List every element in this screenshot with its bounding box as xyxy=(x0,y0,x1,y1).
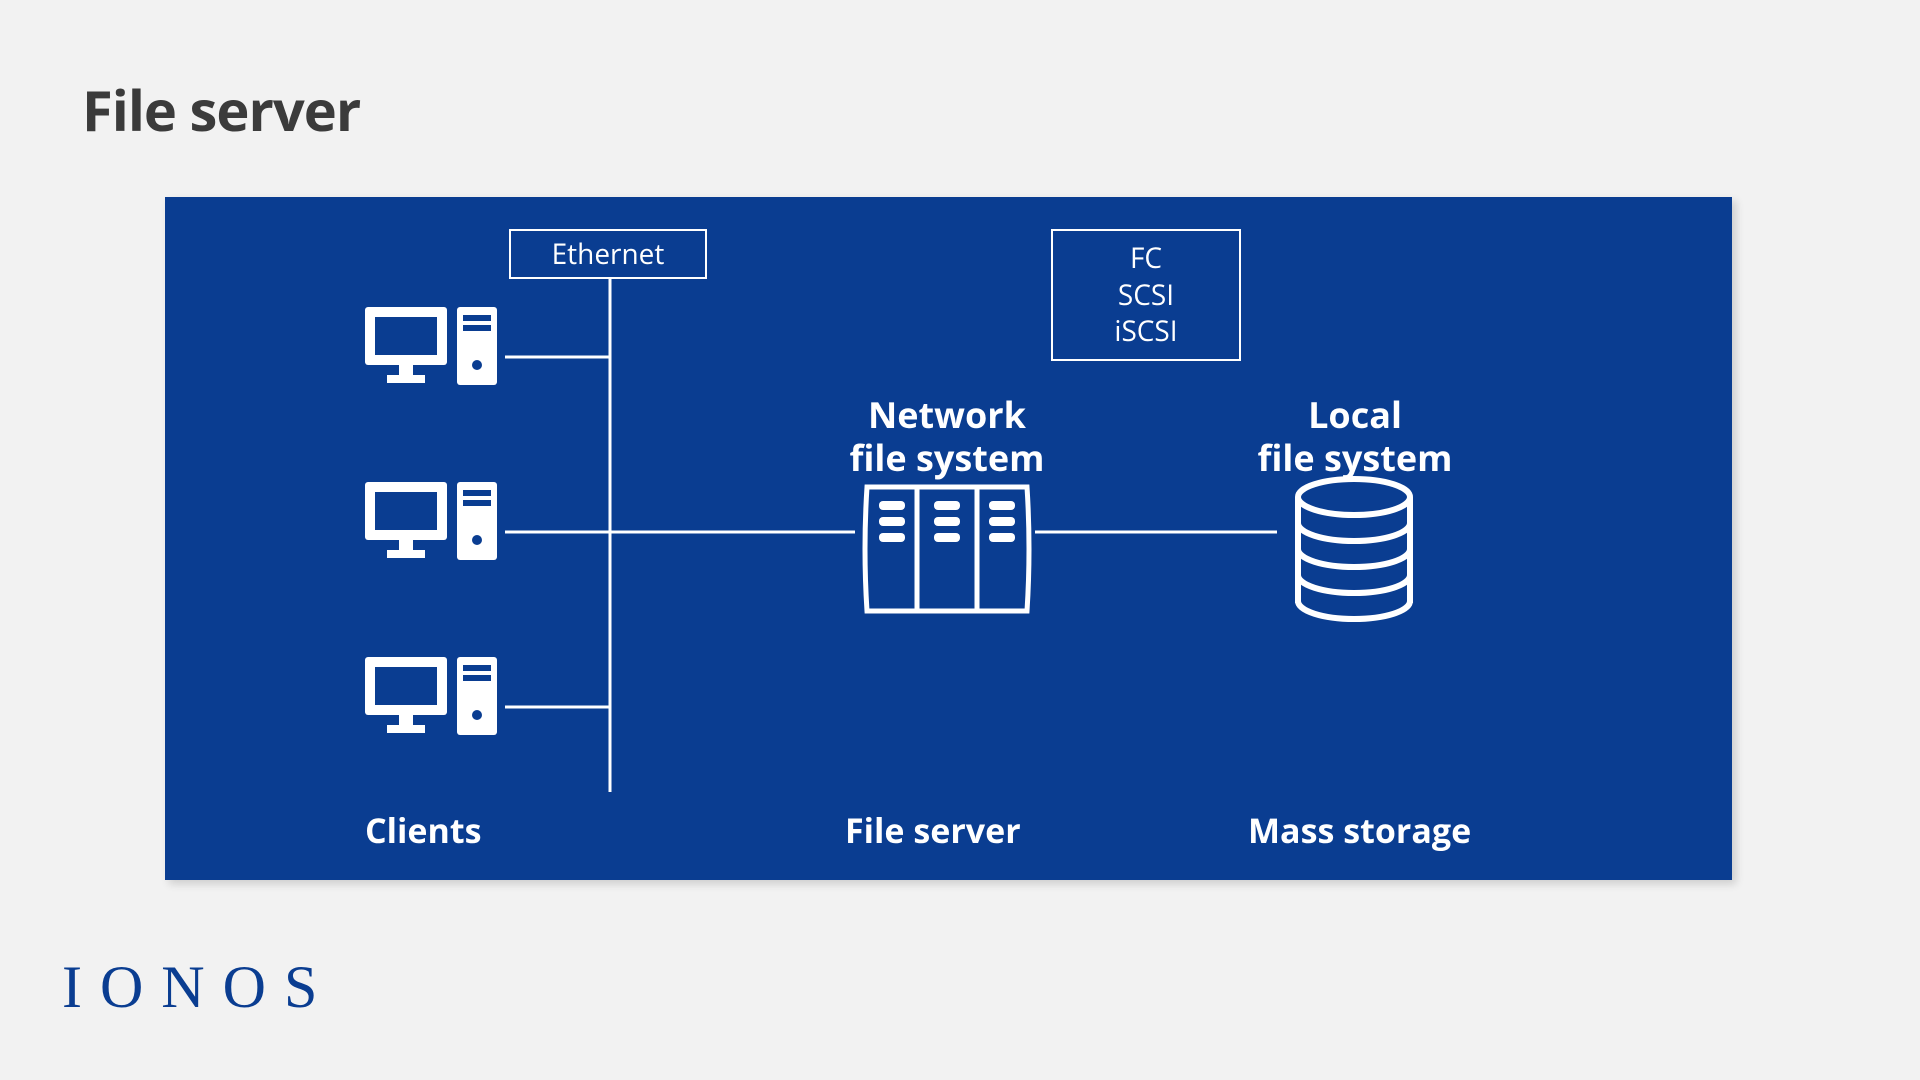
page-title: File server xyxy=(82,72,360,148)
network-fs-line2: file system xyxy=(849,436,1045,479)
protocol-scsi: SCSI xyxy=(1118,277,1174,313)
network-fs-label: Network file system xyxy=(849,393,1045,479)
protocol-fc: FC xyxy=(1130,240,1162,276)
section-clients-label: Clients xyxy=(365,807,482,853)
protocol-iscsi: iSCSI xyxy=(1114,313,1177,349)
ethernet-protocol-box: Ethernet xyxy=(509,229,707,279)
storage-protocol-box: FC SCSI iSCSI xyxy=(1051,229,1241,361)
server-rack-icon xyxy=(857,479,1037,629)
ethernet-label: Ethernet xyxy=(552,236,665,272)
local-fs-line1: Local xyxy=(1245,393,1465,436)
local-fs-label: Local file system xyxy=(1245,393,1465,479)
network-fs-line1: Network xyxy=(849,393,1045,436)
client-workstation-icon xyxy=(365,657,505,757)
client-workstation-icon xyxy=(365,307,505,407)
section-server-label: File server xyxy=(845,807,1021,853)
section-storage-label: Mass storage xyxy=(1248,807,1471,853)
brand-logo: IONOS xyxy=(62,953,335,1022)
client-workstation-icon xyxy=(365,482,505,582)
diagram-panel: Ethernet FC SCSI iSCSI Network file syst… xyxy=(165,197,1732,880)
local-fs-line2: file system xyxy=(1245,436,1465,479)
disk-stack-icon xyxy=(1289,475,1419,635)
